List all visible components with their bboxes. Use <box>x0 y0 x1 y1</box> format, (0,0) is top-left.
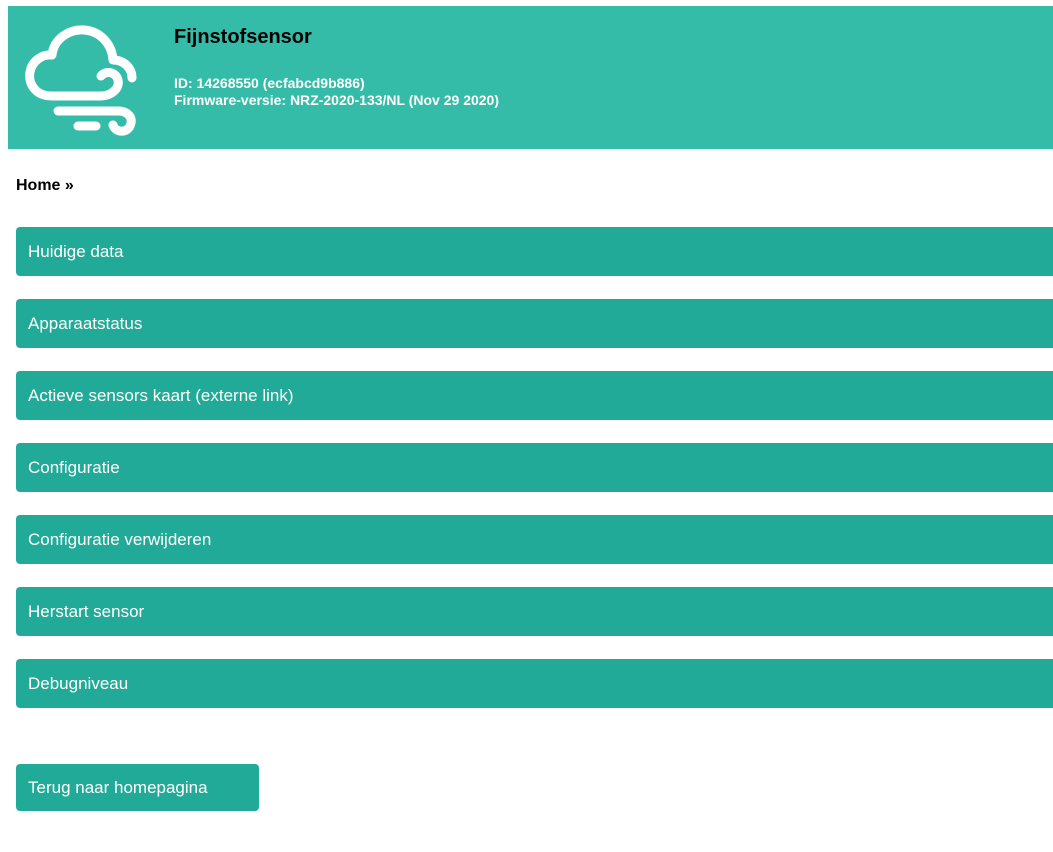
breadcrumb[interactable]: Home » <box>16 177 74 195</box>
delete-configuration-button[interactable]: Configuratie verwijderen <box>16 515 1053 564</box>
current-data-button[interactable]: Huidige data <box>16 227 1053 276</box>
debug-level-button[interactable]: Debugniveau <box>16 659 1053 708</box>
restart-sensor-button[interactable]: Herstart sensor <box>16 587 1053 636</box>
back-to-home-button[interactable]: Terug naar homepagina <box>16 764 259 811</box>
device-id: ID: 14268550 (ecfabcd9b886) <box>174 75 365 91</box>
app-title: Fijnstofsensor <box>174 26 312 48</box>
device-info: ID: 14268550 (ecfabcd9b886) Firmware-ver… <box>174 75 499 109</box>
cloud-wind-icon <box>25 25 137 136</box>
configuration-button[interactable]: Configuratie <box>16 443 1053 492</box>
header-banner: Fijnstofsensor ID: 14268550 (ecfabcd9b88… <box>8 6 1053 149</box>
device-status-button[interactable]: Apparaatstatus <box>16 299 1053 348</box>
firmware-version: Firmware-versie: NRZ-2020-133/NL (Nov 29… <box>174 92 500 108</box>
sensors-map-link[interactable]: Actieve sensors kaart (externe link) <box>16 371 1053 420</box>
